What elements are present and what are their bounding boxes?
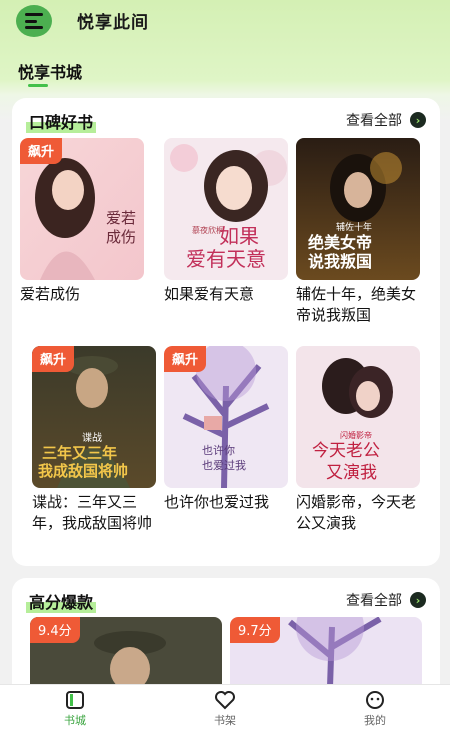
nav-bookshelf[interactable]: 书架 bbox=[185, 690, 265, 728]
nav-profile[interactable]: 我的 bbox=[335, 690, 415, 728]
book-title: 闪婚影帝，今天老公又演我 bbox=[296, 493, 417, 532]
svg-text:也许你: 也许你 bbox=[202, 444, 235, 457]
bookstore-icon bbox=[64, 690, 86, 710]
hot-badge: 飙升 bbox=[32, 346, 75, 372]
book-cover: 辅佐十年 绝美女帝 说我叛国 bbox=[296, 138, 420, 280]
svg-text:三年又三年: 三年又三年 bbox=[42, 444, 117, 462]
svg-text:也爱过我: 也爱过我 bbox=[202, 459, 246, 472]
app-title: 悦享此间 bbox=[77, 13, 149, 33]
book-title: 爱若成伤 bbox=[20, 285, 81, 303]
view-all-button[interactable]: 查看全部 › bbox=[346, 110, 426, 130]
view-all-button[interactable]: 查看全部 › bbox=[346, 590, 426, 610]
nav-label: 书架 bbox=[214, 714, 236, 727]
book-card[interactable]: 9.4分 bbox=[30, 617, 222, 687]
book-cover: 闪婚影帝 今天老公 又演我 bbox=[296, 346, 420, 488]
tab-indicator bbox=[28, 84, 48, 87]
book-cover: 爱若 成伤 飙升 bbox=[20, 138, 144, 280]
view-all-label: 查看全部 bbox=[346, 593, 402, 609]
book-card[interactable]: 也许你 也爱过我 飙升 也许你也爱过我 bbox=[164, 346, 288, 513]
score-badge: 9.4分 bbox=[30, 617, 80, 643]
nav-bookstore[interactable]: 书城 bbox=[35, 690, 115, 728]
book-card[interactable]: 辅佐十年 绝美女帝 说我叛国 辅佐十年，绝美女帝说我叛国 bbox=[296, 138, 420, 326]
book-cover: 9.4分 bbox=[30, 617, 222, 687]
hot-badge: 飙升 bbox=[164, 346, 207, 372]
score-badge: 9.7分 bbox=[230, 617, 280, 643]
chevron-right-icon: › bbox=[410, 592, 426, 608]
svg-text:如果: 如果 bbox=[219, 224, 259, 248]
menu-logo-icon[interactable] bbox=[16, 5, 52, 37]
chevron-right-icon: › bbox=[410, 112, 426, 128]
svg-text:又演我: 又演我 bbox=[326, 463, 377, 483]
section-title: 口碑好书 bbox=[26, 109, 97, 133]
svg-text:绝美女帝: 绝美女帝 bbox=[308, 233, 372, 252]
svg-text:爱若: 爱若 bbox=[106, 209, 136, 227]
bottom-nav: 书城 书架 我的 bbox=[0, 684, 450, 734]
book-card[interactable]: 谍战 三年又三年 我成敌国将帅 飙升 谍战：三年又三年，我成敌国将帅 bbox=[32, 346, 156, 534]
heart-icon bbox=[214, 690, 236, 710]
book-title: 如果爱有天意 bbox=[164, 285, 255, 303]
top-bar: 悦享此间 bbox=[0, 0, 450, 44]
book-title: 也许你也爱过我 bbox=[164, 493, 270, 511]
book-title: 辅佐十年，绝美女帝说我叛国 bbox=[296, 285, 417, 324]
book-card[interactable]: 爱若 成伤 飙升 爱若成伤 bbox=[20, 138, 144, 305]
nav-label: 我的 bbox=[364, 714, 386, 727]
svg-text:爱有天意: 爱有天意 bbox=[186, 247, 266, 271]
book-card[interactable]: 闪婚影帝 今天老公 又演我 闪婚影帝，今天老公又演我 bbox=[296, 346, 420, 534]
hot-badge: 飙升 bbox=[20, 138, 63, 164]
svg-text:说我叛国: 说我叛国 bbox=[308, 252, 372, 271]
svg-text:谍战: 谍战 bbox=[82, 432, 102, 444]
book-card[interactable]: 慕夜欣桐 如果 爱有天意 如果爱有天意 bbox=[164, 138, 288, 305]
svg-text:成伤: 成伤 bbox=[106, 228, 136, 246]
svg-text:辅佐十年: 辅佐十年 bbox=[336, 221, 372, 233]
profile-icon bbox=[364, 690, 386, 710]
svg-text:闪婚影帝: 闪婚影帝 bbox=[340, 430, 372, 440]
book-cover: 也许你 也爱过我 飙升 bbox=[164, 346, 288, 488]
book-cover: 9.7分 bbox=[230, 617, 422, 687]
section-koubei: 口碑好书 查看全部 › 爱若 成伤 飙升 爱若成伤 慕夜欣桐 如果 爱有天意 如… bbox=[12, 98, 440, 566]
nav-label: 书城 bbox=[64, 714, 86, 727]
book-card[interactable]: 9.7分 bbox=[230, 617, 422, 687]
svg-text:我成敌国将帅: 我成敌国将帅 bbox=[38, 462, 128, 480]
view-all-label: 查看全部 bbox=[346, 113, 402, 129]
book-title: 谍战：三年又三年，我成敌国将帅 bbox=[32, 493, 153, 532]
tab-bookstore[interactable]: 悦享书城 bbox=[18, 59, 82, 83]
svg-text:今天老公: 今天老公 bbox=[312, 441, 380, 461]
section-title: 高分爆款 bbox=[26, 589, 97, 613]
book-cover: 谍战 三年又三年 我成敌国将帅 飙升 bbox=[32, 346, 156, 488]
book-cover: 慕夜欣桐 如果 爱有天意 bbox=[164, 138, 288, 280]
